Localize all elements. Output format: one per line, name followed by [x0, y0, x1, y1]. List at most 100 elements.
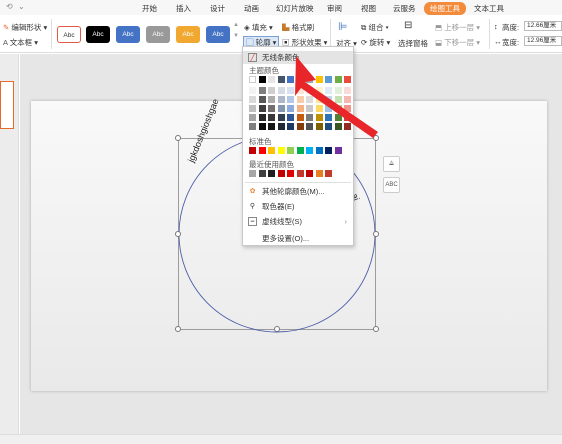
- standard-color-swatch[interactable]: [258, 147, 266, 154]
- resize-handle-bottom-left[interactable]: [175, 326, 181, 332]
- theme-shade-swatch[interactable]: [344, 123, 351, 130]
- theme-shade-swatch[interactable]: [268, 105, 275, 112]
- theme-shade-swatch[interactable]: [268, 96, 275, 103]
- theme-color-swatch[interactable]: [268, 76, 275, 83]
- theme-shade-swatch[interactable]: [334, 114, 342, 121]
- theme-color-swatch[interactable]: [258, 76, 266, 83]
- theme-shade-swatch[interactable]: [258, 87, 266, 94]
- theme-shade-swatch[interactable]: [268, 114, 275, 121]
- theme-shade-swatch[interactable]: [306, 123, 313, 130]
- theme-shade-swatch[interactable]: [344, 96, 351, 103]
- standard-color-swatch[interactable]: [334, 147, 342, 154]
- standard-color-swatch[interactable]: [296, 147, 304, 154]
- theme-shade-swatch[interactable]: [287, 96, 294, 103]
- recent-color-swatch[interactable]: [249, 170, 256, 177]
- standard-color-swatch[interactable]: [325, 147, 332, 154]
- theme-color-swatch[interactable]: [344, 76, 351, 83]
- theme-color-swatch[interactable]: [287, 76, 294, 83]
- theme-shade-swatch[interactable]: [277, 123, 285, 130]
- theme-shade-swatch[interactable]: [268, 123, 275, 130]
- standard-color-swatch[interactable]: [287, 147, 294, 154]
- theme-shade-swatch[interactable]: [344, 114, 351, 121]
- theme-shade-swatch[interactable]: [325, 87, 332, 94]
- theme-color-swatch[interactable]: [315, 76, 323, 83]
- theme-shade-swatch[interactable]: [296, 87, 304, 94]
- standard-color-swatch[interactable]: [268, 147, 275, 154]
- theme-shade-swatch[interactable]: [249, 123, 256, 130]
- resize-handle-left[interactable]: [175, 231, 181, 237]
- theme-shade-swatch[interactable]: [277, 114, 285, 121]
- recent-color-swatch[interactable]: [277, 170, 285, 177]
- theme-shade-swatch[interactable]: [296, 123, 304, 130]
- theme-color-swatch[interactable]: [325, 76, 332, 83]
- theme-shade-swatch[interactable]: [249, 114, 256, 121]
- theme-shade-swatch[interactable]: [296, 96, 304, 103]
- theme-shade-swatch[interactable]: [277, 87, 285, 94]
- theme-shade-swatch[interactable]: [296, 114, 304, 121]
- theme-shade-swatch[interactable]: [325, 105, 332, 112]
- resize-handle-top-right[interactable]: [373, 135, 379, 141]
- theme-shade-swatch[interactable]: [325, 123, 332, 130]
- theme-shade-swatch[interactable]: [258, 105, 266, 112]
- theme-shade-swatch[interactable]: [315, 87, 323, 94]
- theme-shade-swatch[interactable]: [325, 114, 332, 121]
- theme-shade-swatch[interactable]: [287, 123, 294, 130]
- theme-color-swatch[interactable]: [306, 76, 313, 83]
- resize-handle-bottom[interactable]: [274, 326, 280, 332]
- eyedropper-item[interactable]: ⚲ 取色器(E): [243, 200, 353, 213]
- theme-shade-swatch[interactable]: [258, 96, 266, 103]
- recent-color-swatch[interactable]: [325, 170, 332, 177]
- theme-color-swatch[interactable]: [296, 76, 304, 83]
- standard-color-swatch[interactable]: [249, 147, 256, 154]
- recent-color-swatch[interactable]: [315, 170, 323, 177]
- more-outline-colors-item[interactable]: ✿ 其他轮廓颜色(M)...: [243, 185, 353, 198]
- resize-handle-bottom-right[interactable]: [373, 326, 379, 332]
- theme-color-swatch[interactable]: [249, 76, 256, 83]
- theme-color-swatch[interactable]: [334, 76, 342, 83]
- theme-shade-swatch[interactable]: [258, 114, 266, 121]
- more-settings-item[interactable]: 更多设置(O)...: [243, 232, 353, 245]
- standard-color-swatch[interactable]: [277, 147, 285, 154]
- status-bar: [0, 434, 562, 444]
- dash-type-item[interactable]: ═ 虚线线型(S) ›: [243, 215, 353, 228]
- recent-color-swatch[interactable]: [268, 170, 275, 177]
- theme-shade-swatch[interactable]: [344, 87, 351, 94]
- text-effect-abc-button[interactable]: ABC: [383, 177, 400, 193]
- theme-color-swatch[interactable]: [277, 76, 285, 83]
- theme-shade-swatch[interactable]: [334, 105, 342, 112]
- shape-format-icon[interactable]: ⟁: [383, 156, 400, 172]
- theme-shade-swatch[interactable]: [306, 105, 313, 112]
- standard-color-swatch[interactable]: [315, 147, 323, 154]
- recent-color-swatch[interactable]: [287, 170, 294, 177]
- theme-shade-swatch[interactable]: [287, 105, 294, 112]
- theme-shade-swatch[interactable]: [258, 123, 266, 130]
- recent-color-swatch[interactable]: [306, 170, 313, 177]
- resize-handle-right[interactable]: [373, 231, 379, 237]
- theme-shade-swatch[interactable]: [287, 114, 294, 121]
- no-outline-item[interactable]: ╱ 无线条颜色: [243, 51, 353, 64]
- theme-shade-swatch[interactable]: [296, 105, 304, 112]
- theme-shade-swatch[interactable]: [315, 114, 323, 121]
- theme-shade-swatch[interactable]: [334, 123, 342, 130]
- theme-shade-swatch[interactable]: [268, 87, 275, 94]
- theme-shade-swatch[interactable]: [306, 114, 313, 121]
- theme-shade-swatch[interactable]: [315, 105, 323, 112]
- theme-shade-swatch[interactable]: [315, 123, 323, 130]
- theme-shade-swatch[interactable]: [277, 105, 285, 112]
- theme-shade-swatch[interactable]: [249, 87, 256, 94]
- recent-color-swatch[interactable]: [296, 170, 304, 177]
- theme-shade-swatch[interactable]: [277, 96, 285, 103]
- standard-color-swatch[interactable]: [306, 147, 313, 154]
- theme-shade-swatch[interactable]: [334, 87, 342, 94]
- theme-shade-swatch[interactable]: [325, 96, 332, 103]
- theme-shade-swatch[interactable]: [306, 87, 313, 94]
- theme-shade-swatch[interactable]: [306, 96, 313, 103]
- theme-shade-swatch[interactable]: [334, 96, 342, 103]
- theme-shade-swatch[interactable]: [315, 96, 323, 103]
- theme-shade-swatch[interactable]: [344, 105, 351, 112]
- theme-shade-swatch[interactable]: [287, 87, 294, 94]
- theme-shade-swatch[interactable]: [249, 105, 256, 112]
- resize-handle-top-left[interactable]: [175, 135, 181, 141]
- recent-color-swatch[interactable]: [258, 170, 266, 177]
- theme-shade-swatch[interactable]: [249, 96, 256, 103]
